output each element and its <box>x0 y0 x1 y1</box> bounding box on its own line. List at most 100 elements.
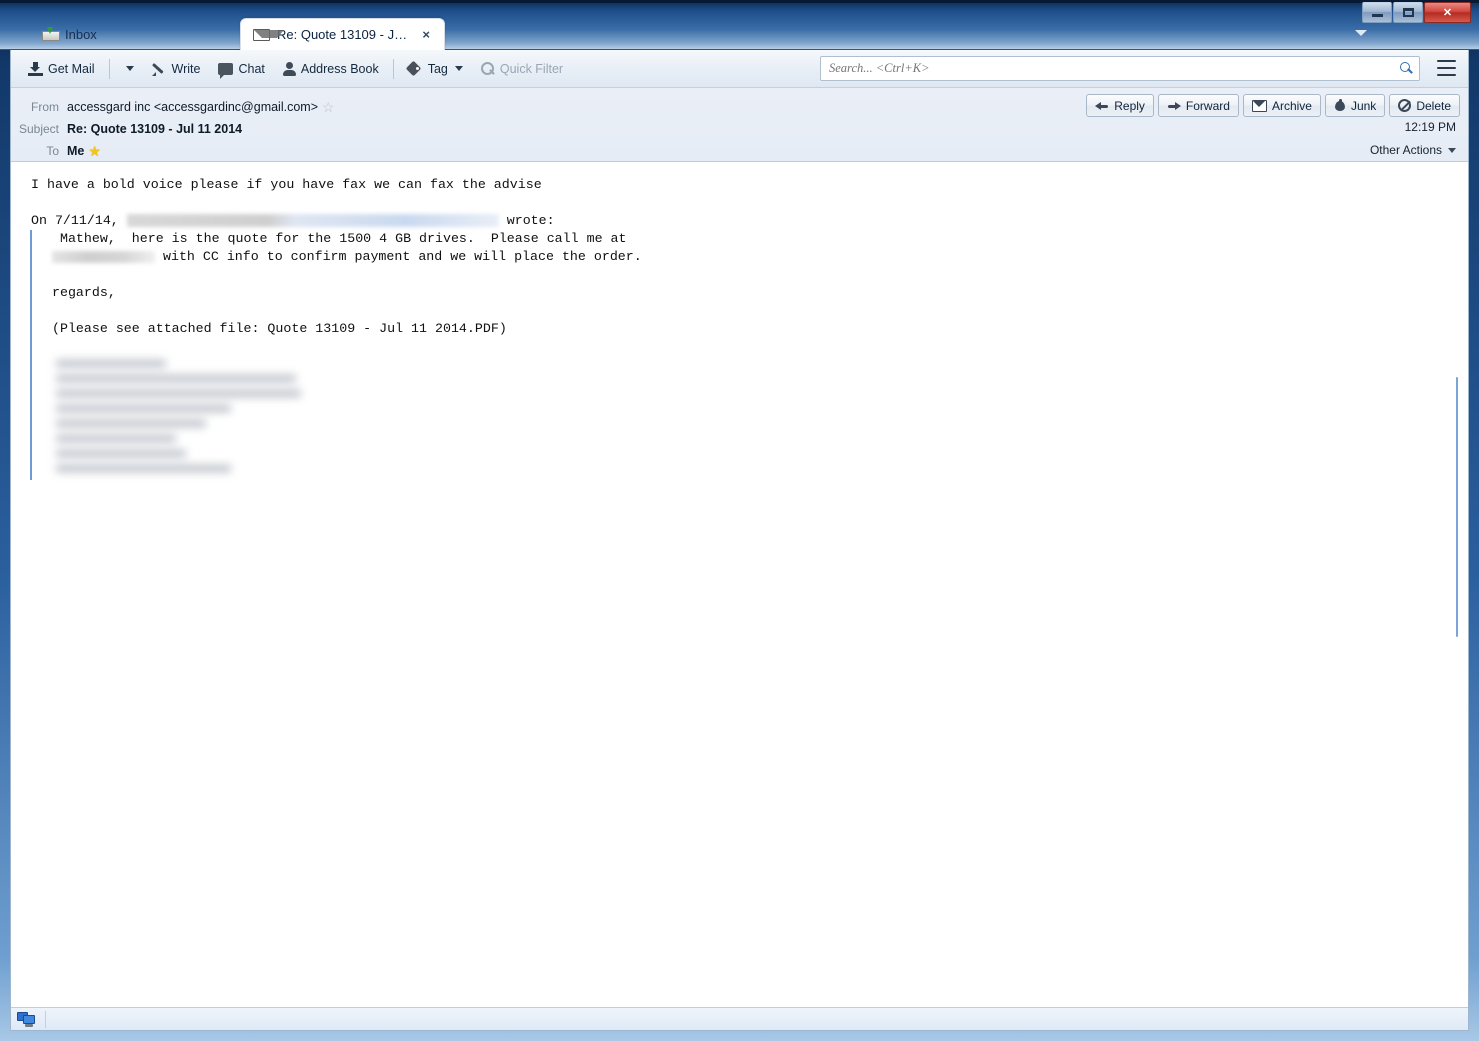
status-divider <box>45 1010 46 1028</box>
app-menu-button[interactable] <box>1437 60 1456 76</box>
hamburger-line <box>1437 60 1456 62</box>
hamburger-line <box>1437 67 1456 69</box>
to-row: To Me ★ <box>11 140 1468 162</box>
signature-line <box>56 435 176 442</box>
forward-label: Forward <box>1185 98 1230 113</box>
search-box[interactable] <box>820 56 1420 81</box>
quote-line-2-text: with CC info to confirm payment and we w… <box>155 249 642 264</box>
signature-line <box>56 450 186 457</box>
tab-inbox[interactable]: Inbox <box>30 18 109 50</box>
write-button[interactable]: Write <box>143 56 210 82</box>
archive-icon <box>1251 99 1267 112</box>
subject-label: Subject <box>18 122 59 136</box>
quote-regards-line: regards, <box>44 285 116 300</box>
envelope-icon <box>253 28 284 41</box>
reply-button[interactable]: Reply <box>1086 94 1154 117</box>
delete-icon <box>1398 99 1412 112</box>
from-value[interactable]: accessgard inc <accessgardinc@gmail.com> <box>67 100 318 114</box>
get-mail-dropdown[interactable] <box>115 56 143 82</box>
archive-label: Archive <box>1271 98 1312 113</box>
quote-line-2: with CC info to confirm payment and we w… <box>44 248 1468 266</box>
to-label: To <box>46 144 59 158</box>
minimize-icon <box>1371 14 1383 17</box>
from-label: From <box>31 100 59 114</box>
chat-label: Chat <box>238 61 265 76</box>
tag-icon <box>408 62 423 75</box>
search-input[interactable] <box>827 60 1399 77</box>
quote-line-1: Mathew, here is the quote for the 1500 4… <box>44 231 627 246</box>
delete-label: Delete <box>1416 98 1451 113</box>
quote-spacer-2 <box>44 302 1468 320</box>
quick-filter-label: Quick Filter <box>499 61 564 76</box>
other-actions-label: Other Actions <box>1369 143 1442 157</box>
client-area: Get Mail Write Chat Address Book Tag Qui… <box>10 50 1469 1031</box>
junk-label: Junk <box>1350 98 1377 113</box>
message-pane-scrollbar[interactable] <box>1456 377 1458 637</box>
reply-text-line: I have a bold voice please if you have f… <box>31 177 542 192</box>
signature-line <box>56 390 301 397</box>
close-tab-icon[interactable]: × <box>420 27 432 42</box>
attribution-prefix: On 7/11/14, <box>31 213 127 228</box>
tab-strip: Inbox Re: Quote 13109 - Jul 11 2... × <box>10 18 1469 50</box>
title-bar-top-edge <box>0 0 1479 3</box>
status-bar <box>11 1007 1468 1030</box>
tag-label: Tag <box>427 61 448 76</box>
chevron-down-icon <box>125 66 134 71</box>
subject-row: Subject Re: Quote 13109 - Jul 11 2014 <box>11 118 1468 140</box>
chat-bubble-icon <box>218 62 234 79</box>
junk-button[interactable]: Junk <box>1324 94 1386 117</box>
archive-button[interactable]: Archive <box>1242 94 1321 117</box>
forward-button[interactable]: Forward <box>1157 94 1239 117</box>
other-actions-button[interactable]: Other Actions <box>1370 143 1456 157</box>
signature-line <box>56 405 231 412</box>
mail-toolbar: Get Mail Write Chat Address Book Tag Qui… <box>11 50 1468 88</box>
junk-flame-icon <box>1334 99 1346 112</box>
redacted-signature-block <box>56 360 306 480</box>
toolbar-divider-2 <box>392 58 394 79</box>
add-contact-star-icon[interactable]: ☆ <box>322 100 335 114</box>
toolbar-divider-1 <box>108 58 110 79</box>
redacted-sender-name <box>126 214 499 227</box>
tab-message[interactable]: Re: Quote 13109 - Jul 11 2... × <box>240 18 445 50</box>
search-icon[interactable] <box>1399 61 1413 76</box>
person-icon <box>282 61 296 76</box>
chevron-down-icon <box>1448 147 1456 153</box>
tab-inbox-label: Inbox <box>65 26 97 42</box>
quick-filter-button[interactable]: Quick Filter <box>472 56 572 82</box>
monitor-base-shape <box>25 1024 33 1027</box>
search-icon <box>480 61 495 76</box>
forward-icon <box>1167 100 1181 112</box>
message-timestamp: 12:19 PM <box>1404 120 1456 134</box>
hamburger-line <box>1437 74 1456 76</box>
to-value[interactable]: Me <box>67 144 84 158</box>
monitor-front-shape <box>23 1015 35 1024</box>
contact-star-icon[interactable]: ★ <box>88 144 101 158</box>
tag-button[interactable]: Tag <box>399 56 472 82</box>
quote-spacer-1 <box>44 266 1468 284</box>
get-mail-label: Get Mail <box>48 61 95 76</box>
subject-value: Re: Quote 13109 - Jul 11 2014 <box>67 122 243 136</box>
write-label: Write <box>171 61 201 76</box>
signature-line <box>56 420 206 427</box>
redacted-phone-number <box>52 251 155 263</box>
address-book-label: Address Book <box>300 61 379 76</box>
chat-button[interactable]: Chat <box>209 56 273 82</box>
attribution-suffix: wrote: <box>498 213 555 228</box>
address-book-button[interactable]: Address Book <box>274 56 388 82</box>
quote-attachment-line: (Please see attached file: Quote 13109 -… <box>44 321 507 336</box>
signature-line <box>56 360 166 367</box>
network-status-icon[interactable] <box>17 1011 37 1027</box>
inbox-icon <box>42 27 60 41</box>
quote-attribution-line: On 7/11/14, wrote: <box>11 212 1468 230</box>
application-window: ✕ Inbox Re: Quote 13109 - Jul 11 2... × … <box>0 0 1479 1041</box>
get-mail-button[interactable]: Get Mail <box>19 56 104 82</box>
quoted-message-block: Mathew, here is the quote for the 1500 4… <box>30 230 1468 480</box>
reply-label: Reply <box>1114 98 1145 113</box>
pencil-icon <box>151 62 167 76</box>
message-action-buttons: Reply Forward Archive Junk Delete <box>1086 94 1460 117</box>
message-header: From accessgard inc <accessgardinc@gmail… <box>11 88 1468 162</box>
chevron-down-icon <box>454 66 463 71</box>
maximize-icon <box>1402 8 1414 17</box>
message-body[interactable]: I have a bold voice please if you have f… <box>11 162 1468 1008</box>
delete-button[interactable]: Delete <box>1389 94 1460 117</box>
